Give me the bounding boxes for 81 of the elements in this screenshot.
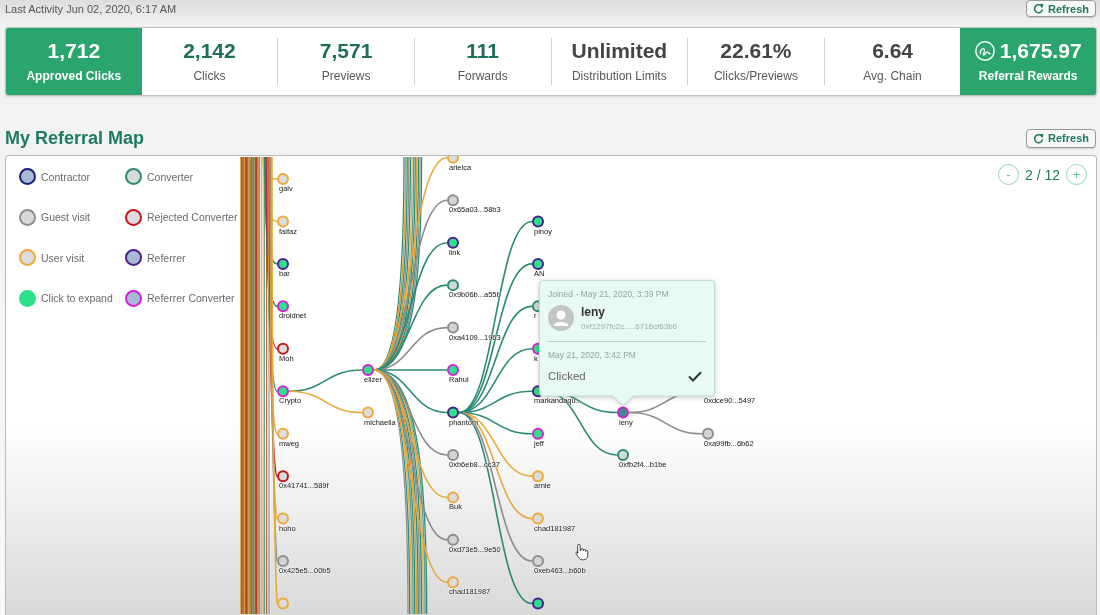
legend-label: Guest visit xyxy=(41,211,90,223)
graph-node[interactable] xyxy=(277,342,289,355)
event-status: Clicked xyxy=(548,370,586,384)
graph-node[interactable] xyxy=(447,576,459,589)
graph-node[interactable] xyxy=(447,533,459,546)
stat-label: Approved Clicks xyxy=(26,69,122,83)
legend-dot-icon xyxy=(19,208,36,226)
refresh-button[interactable]: Refresh xyxy=(1026,0,1096,17)
coin-icon xyxy=(974,41,995,61)
graph-node[interactable] xyxy=(447,364,459,377)
graph-node[interactable] xyxy=(447,491,459,504)
legend-dot-icon xyxy=(125,208,142,226)
graph-node[interactable] xyxy=(277,173,289,185)
graph-node[interactable] xyxy=(447,448,459,461)
legend-label: User visit xyxy=(41,251,85,264)
graph-node[interactable] xyxy=(277,257,289,270)
graph-node[interactable] xyxy=(532,597,544,610)
stat-label: Previews xyxy=(321,69,371,83)
hand-cursor-icon xyxy=(575,544,589,561)
graph-node[interactable] xyxy=(447,156,459,164)
legend-label: Converter xyxy=(147,170,194,183)
graph-node[interactable] xyxy=(532,257,544,270)
stat-value: Unlimited xyxy=(571,40,668,62)
refresh-button[interactable]: Refresh xyxy=(1026,128,1096,148)
legend-dot-icon xyxy=(19,168,36,185)
graph-node[interactable] xyxy=(447,194,459,207)
graph-node[interactable] xyxy=(277,385,289,398)
stat-label: Distribution Limits xyxy=(571,69,667,83)
legend-dot-icon xyxy=(125,289,142,307)
legend-label: Rejected Converter xyxy=(147,211,238,223)
graph-node[interactable] xyxy=(447,279,459,292)
wallet-address: 0xf1297fc2c.....6716cf63b6 xyxy=(581,321,678,331)
graph-node[interactable] xyxy=(277,512,289,525)
section-title: My Referral Map xyxy=(5,128,145,148)
last-activity-text: Last Activity Jun 02, 2020, 6:17 AM xyxy=(5,3,177,15)
stat-label: Avg. Chain xyxy=(863,69,922,83)
graph-node[interactable] xyxy=(362,364,374,377)
graph-node[interactable] xyxy=(447,406,459,419)
stat-label: Forwards xyxy=(457,69,508,83)
graph-node[interactable] xyxy=(617,406,629,419)
graph-node[interactable] xyxy=(277,300,289,313)
legend-dot-icon xyxy=(19,249,36,266)
page-indicator: 2 / 12 xyxy=(1024,166,1060,183)
graph-node[interactable] xyxy=(447,321,459,334)
legend-dot-icon xyxy=(19,289,36,307)
stat-label: Clicks xyxy=(193,69,226,83)
user-name: leny xyxy=(581,305,606,319)
legend-dot-icon xyxy=(125,168,142,185)
legend-label: Click to expand xyxy=(41,292,113,304)
graph-node[interactable] xyxy=(532,555,544,568)
legend-label: Contractor xyxy=(41,170,91,183)
graph-node[interactable] xyxy=(277,470,289,483)
legend-label: Referrer xyxy=(147,251,186,264)
graph-node[interactable] xyxy=(447,236,459,249)
graph-node[interactable] xyxy=(277,597,289,610)
stat-value: 1,675.97 xyxy=(999,40,1082,62)
graph-node[interactable] xyxy=(362,406,374,419)
stat-value: 7,571 xyxy=(319,40,373,62)
stat-value: 6.64 xyxy=(872,40,913,62)
graph-node[interactable] xyxy=(532,512,544,525)
legend-label: Referrer Converter xyxy=(147,292,235,304)
stat-label: Referral Rewards xyxy=(978,69,1078,83)
stat-label: Clicks/Previews xyxy=(713,69,798,83)
graph-node[interactable] xyxy=(532,470,544,483)
graph-node[interactable] xyxy=(702,427,714,440)
graph-node[interactable] xyxy=(277,215,289,228)
stat-value: 22.61% xyxy=(720,40,792,62)
legend-dot-icon xyxy=(125,249,142,266)
avatar-icon xyxy=(548,305,574,332)
graph-node[interactable] xyxy=(532,427,544,440)
graph-node[interactable] xyxy=(277,427,289,440)
stat-value: 111 xyxy=(466,40,500,62)
joined-date: Joined - May 21, 2020, 3:39 PM xyxy=(548,289,670,300)
refresh-icon xyxy=(1033,132,1045,144)
event-time: May 21, 2020, 3:42 PM xyxy=(548,350,637,361)
stat-value: 1,712 xyxy=(47,40,101,62)
graph-node[interactable] xyxy=(617,448,629,461)
stat-value: 2,142 xyxy=(183,40,236,62)
graph-node[interactable] xyxy=(277,555,289,568)
graph-node[interactable] xyxy=(532,215,544,228)
refresh-icon xyxy=(1033,3,1045,14)
